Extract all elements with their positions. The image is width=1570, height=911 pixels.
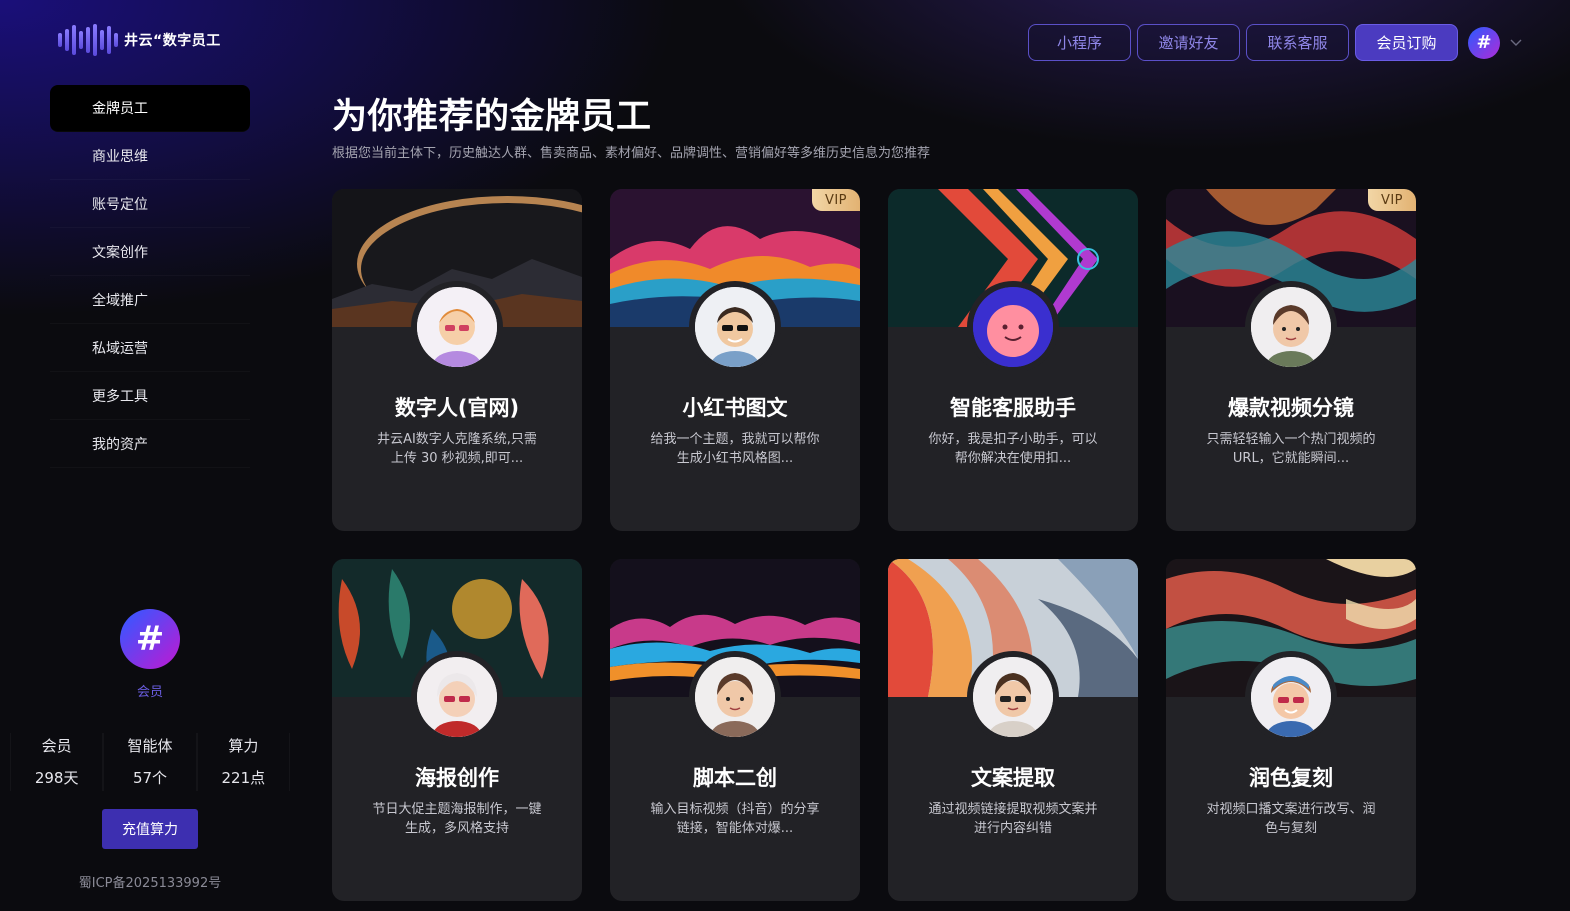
sidebar-item-private-domain[interactable]: 私域运营 bbox=[50, 324, 250, 372]
agent-description: 输入目标视频（抖音）的分享链接，智能体对爆... bbox=[650, 802, 820, 836]
sidebar-item-copywriting[interactable]: 文案创作 bbox=[50, 228, 250, 276]
agent-description: 对视频口播文案进行改写、润色与复刻 bbox=[1206, 802, 1376, 836]
agent-description: 井云AI数字人克隆系统,只需上传 30 秒视频,即可... bbox=[377, 432, 537, 466]
sidebar-item-more-tools[interactable]: 更多工具 bbox=[50, 372, 250, 420]
sidebar-item-omni-promotion[interactable]: 全域推广 bbox=[50, 276, 250, 324]
page-subtitle: 根据您当前主体下，历史触达人群、售卖商品、素材偏好、品牌调性、营销偏好等多维历史… bbox=[332, 146, 931, 161]
stat-compute: 算力 221点 bbox=[196, 733, 290, 791]
mini-program-button[interactable]: 小程序 bbox=[1028, 24, 1131, 61]
agent-description: 给我一个主题，我就可以帮你生成小红书风格图... bbox=[650, 432, 820, 466]
stat-membership: 会员 298天 bbox=[10, 733, 104, 791]
app-logo[interactable]: 井云“数字员工 bbox=[58, 24, 221, 56]
agent-card-grid: 数字人(官网) 井云AI数字人克隆系统,只需上传 30 秒视频,即可... VI… bbox=[332, 189, 1416, 901]
sidebar-item-my-assets[interactable]: 我的资产 bbox=[50, 420, 250, 468]
sidebar-nav: 金牌员工 商业思维 账号定位 文案创作 全域推广 私域运营 更多工具 我的资产 bbox=[50, 85, 250, 468]
agent-avatar bbox=[1251, 657, 1331, 737]
agent-avatar bbox=[695, 287, 775, 367]
agent-avatar bbox=[973, 287, 1053, 367]
agent-card[interactable]: 数字人(官网) 井云AI数字人克隆系统,只需上传 30 秒视频,即可... bbox=[332, 189, 582, 531]
vip-badge: VIP bbox=[812, 189, 860, 211]
agent-description: 节日大促主题海报制作，一键生成，多风格支持 bbox=[372, 802, 542, 836]
agent-avatar bbox=[417, 657, 497, 737]
invite-friends-button[interactable]: 邀请好友 bbox=[1137, 24, 1240, 61]
agent-avatar bbox=[695, 657, 775, 737]
agent-description: 你好，我是扣子小助手，可以帮你解决在使用扣... bbox=[928, 432, 1098, 466]
agent-title: 爆款视频分镜 bbox=[1228, 396, 1354, 420]
account-stats: 会员 298天 智能体 57个 算力 221点 bbox=[10, 733, 290, 791]
agent-card[interactable]: 海报创作 节日大促主题海报制作，一键生成，多风格支持 bbox=[332, 559, 582, 901]
app-name: 井云“数字员工 bbox=[124, 33, 221, 49]
page-title: 为你推荐的金牌员工 bbox=[332, 97, 652, 137]
chevron-down-icon[interactable] bbox=[1510, 36, 1522, 50]
agent-card[interactable]: 润色复刻 对视频口播文案进行改写、润色与复刻 bbox=[1166, 559, 1416, 901]
agent-avatar bbox=[1251, 287, 1331, 367]
agent-avatar bbox=[417, 287, 497, 367]
stat-label: 智能体 bbox=[127, 737, 173, 755]
agent-title: 智能客服助手 bbox=[950, 396, 1076, 420]
stat-label: 会员 bbox=[41, 737, 72, 755]
membership-subscribe-button[interactable]: 会员订购 bbox=[1355, 24, 1458, 61]
agent-avatar bbox=[973, 657, 1053, 737]
recharge-compute-button[interactable]: 充值算力 bbox=[102, 809, 198, 849]
icp-license[interactable]: 蜀ICP备2025133992号 bbox=[0, 872, 300, 891]
agent-card[interactable]: VIP 小红书图文 给我一个主题，我就可以帮你生成小红书风格图... bbox=[610, 189, 860, 531]
agent-title: 脚本二创 bbox=[693, 766, 777, 790]
sidebar-item-business-thinking[interactable]: 商业思维 bbox=[50, 132, 250, 180]
stat-value: 298天 bbox=[34, 769, 79, 787]
agent-title: 数字人(官网) bbox=[394, 396, 520, 420]
agent-card[interactable]: 智能客服助手 你好，我是扣子小助手，可以帮你解决在使用扣... bbox=[888, 189, 1138, 531]
member-badge-icon: # bbox=[120, 609, 180, 669]
stat-label: 算力 bbox=[228, 737, 259, 755]
agent-title: 海报创作 bbox=[415, 766, 499, 790]
agent-title: 润色复刻 bbox=[1249, 766, 1333, 790]
agent-title: 文案提取 bbox=[971, 766, 1055, 790]
waveform-logo-icon bbox=[58, 24, 118, 56]
stat-value: 221点 bbox=[221, 769, 266, 787]
agent-card[interactable]: 文案提取 通过视频链接提取视频文案并进行内容纠错 bbox=[888, 559, 1138, 901]
agent-description: 只需轻轻输入一个热门视频的URL，它就能瞬间... bbox=[1206, 432, 1376, 466]
user-avatar[interactable]: # bbox=[1468, 26, 1500, 59]
member-label: 会员 bbox=[136, 685, 163, 700]
agent-card[interactable]: VIP 爆款视频分镜 只需轻轻输入一个热门视频的URL，它就能瞬间... bbox=[1166, 189, 1416, 531]
agent-card[interactable]: 脚本二创 输入目标视频（抖音）的分享链接，智能体对爆... bbox=[610, 559, 860, 901]
agent-title: 小红书图文 bbox=[682, 396, 788, 420]
contact-support-button[interactable]: 联系客服 bbox=[1246, 24, 1349, 61]
sidebar-item-account-positioning[interactable]: 账号定位 bbox=[50, 180, 250, 228]
agent-description: 通过视频链接提取视频文案并进行内容纠错 bbox=[928, 802, 1098, 836]
top-action-bar: 小程序 邀请好友 联系客服 会员订购 # bbox=[1028, 24, 1522, 61]
stat-value: 57个 bbox=[132, 769, 168, 787]
stat-agents: 智能体 57个 bbox=[103, 733, 197, 791]
vip-badge: VIP bbox=[1368, 189, 1416, 211]
sidebar-item-gold-staff[interactable]: 金牌员工 bbox=[50, 85, 250, 132]
